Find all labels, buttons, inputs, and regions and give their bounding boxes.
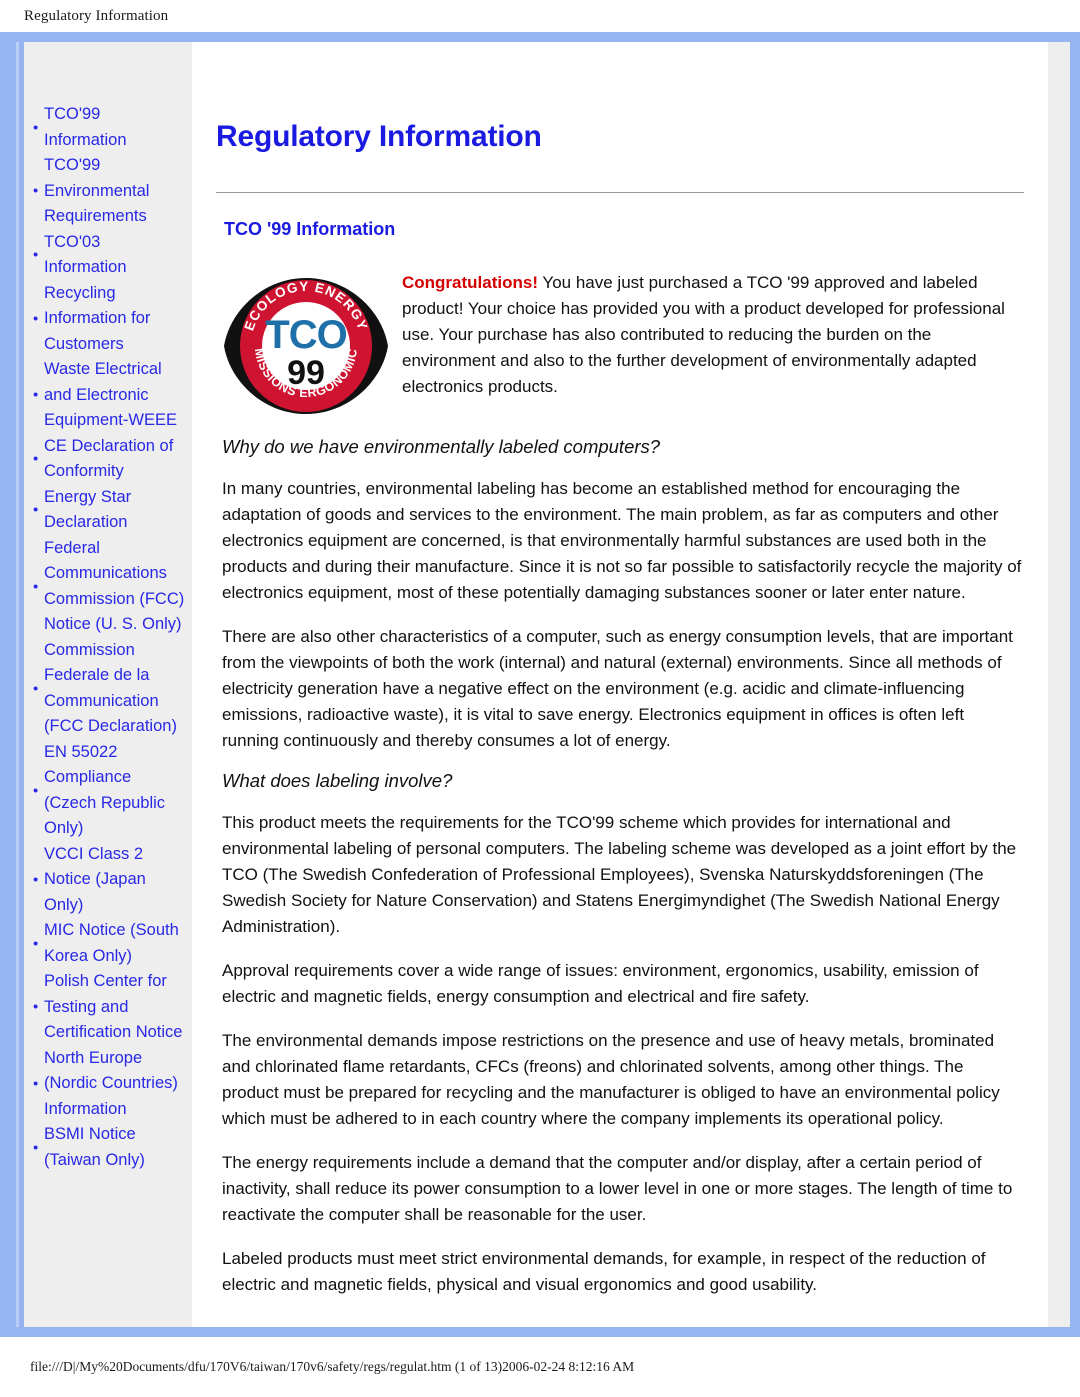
sidebar-link-list: TCO'99 Information TCO'99 Environmental … [30, 102, 186, 1173]
sidebar-item-fcc-declaration[interactable]: Commission Federale de la Communication … [44, 638, 186, 740]
sidebar-item-tco99-environmental-requirements[interactable]: TCO'99 Environmental Requirements [44, 153, 186, 230]
paragraph-2: There are also other characteristics of … [222, 627, 1013, 750]
sidebar-item-tco03-information[interactable]: TCO'03 Information [44, 230, 186, 281]
sidebar-item-mic-notice[interactable]: MIC Notice (South Korea Only) [44, 918, 186, 969]
paragraph-5: The environmental demands impose restric… [222, 1031, 1000, 1128]
sidebar-item-tco99-information[interactable]: TCO'99 Information [44, 102, 186, 153]
sidebar-item-weee[interactable]: Waste Electrical and Electronic Equipmen… [44, 357, 186, 434]
subheading-what-labeling: What does labeling involve? [222, 770, 453, 791]
browser-header-title: Regulatory Information [24, 7, 169, 24]
sidebar-item-fcc-notice[interactable]: Federal Communications Commission (FCC) … [44, 536, 186, 638]
paragraph-1: In many countries, environmental labelin… [222, 479, 1022, 602]
sidebar-item-bsmi-notice[interactable]: BSMI Notice (Taiwan Only) [44, 1122, 186, 1173]
left-accent-line [16, 42, 19, 1327]
browser-print-footer: file:///D|/My%20Documents/dfu/170V6/taiw… [0, 1337, 1080, 1397]
paragraph-6: The energy requirements include a demand… [222, 1153, 1013, 1224]
sidebar-item-en55022[interactable]: EN 55022 Compliance (Czech Republic Only… [44, 740, 186, 842]
section-heading-tco99: TCO '99 Information [224, 219, 396, 239]
paragraph-3: This product meets the requirements for … [222, 813, 1017, 936]
svg-text:TCO: TCO [265, 313, 346, 357]
tco99-logo: ECOLOGY ENERGY EMISSIONS ERGONOMICS TCO … [216, 266, 402, 420]
right-gutter [1048, 42, 1070, 1327]
intro-paragraph: Congratulations! You have just purchased… [402, 266, 1024, 400]
svg-text:99: 99 [287, 354, 325, 392]
sidebar-navigation: TCO'99 Information TCO'99 Environmental … [24, 42, 192, 1327]
sidebar-item-energy-star[interactable]: Energy Star Declaration [44, 485, 186, 536]
paragraph-4: Approval requirements cover a wide range… [222, 961, 979, 1006]
intro-block: ECOLOGY ENERGY EMISSIONS ERGONOMICS TCO … [216, 266, 1024, 420]
page-body: TCO'99 Information TCO'99 Environmental … [16, 42, 1070, 1327]
sidebar-item-north-europe[interactable]: North Europe (Nordic Countries) Informat… [44, 1046, 186, 1123]
subheading-why-labeled: Why do we have environmentally labeled c… [222, 436, 661, 457]
title-divider [216, 192, 1024, 193]
footer-file-path: file:///D|/My%20Documents/dfu/170V6/taiw… [30, 1359, 635, 1374]
sidebar-item-recycling-information[interactable]: Recycling Information for Customers [44, 281, 186, 358]
page-frame: TCO'99 Information TCO'99 Environmental … [0, 32, 1080, 1337]
sidebar-item-ce-declaration[interactable]: CE Declaration of Conformity [44, 434, 186, 485]
paragraph-7: Labeled products must meet strict enviro… [222, 1249, 986, 1294]
page-title: Regulatory Information [216, 120, 542, 153]
main-content: Regulatory Information TCO '99 Informati… [192, 42, 1048, 1327]
congratulations-label: Congratulations! [402, 273, 538, 292]
sidebar-item-polish-center[interactable]: Polish Center for Testing and Certificat… [44, 969, 186, 1046]
sidebar-item-vcci[interactable]: VCCI Class 2 Notice (Japan Only) [44, 842, 186, 919]
browser-print-header: Regulatory Information [0, 0, 1080, 32]
